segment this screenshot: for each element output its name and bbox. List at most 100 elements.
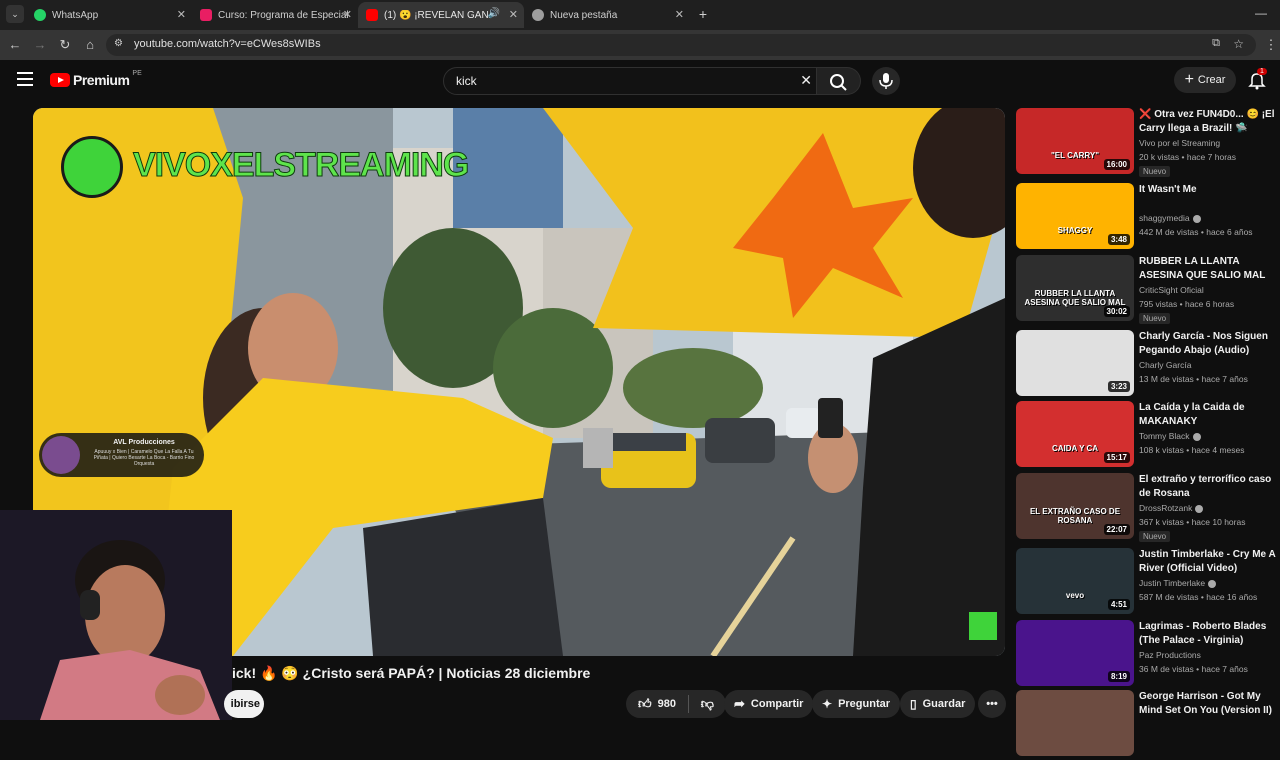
channel-name[interactable]: Tommy Black	[1139, 431, 1201, 441]
like-dislike-group: 👍︎ 980 👎︎	[626, 690, 726, 718]
video-thumbnail[interactable]: "EL CARRY" 16:00	[1016, 108, 1134, 174]
recommendation-title[interactable]: La Caída y la Caida de MAKANAKY	[1139, 401, 1280, 429]
recommendation-item[interactable]: CAIDA Y CA 15:17 La Caída y la Caida de MA…	[1016, 401, 1280, 471]
view-meta: 367 k vistas • hace 10 horas	[1139, 517, 1246, 527]
video-thumbnail[interactable]: SHAGGY 3:48	[1016, 183, 1134, 249]
thumbnail-text: RUBBER LA LLANTA ASESINA QUE SALIO MAL	[1024, 289, 1126, 307]
recommendation-title[interactable]: ❌ Otra vez FUN4D0... 😊 ¡El Carry llega a…	[1139, 108, 1280, 136]
verified-icon	[1195, 504, 1204, 513]
duration-badge: 4:51	[1107, 599, 1130, 610]
back-icon[interactable]: ←	[6, 36, 24, 54]
verified-icon	[1208, 579, 1217, 588]
channel-name[interactable]: Justin Timberlake	[1139, 578, 1217, 588]
address-bar[interactable]: ⚙ youtube.com/watch?v=eCWes8sWIBs ⧉ ☆	[106, 34, 1256, 56]
view-meta: 20 k vistas • hace 7 horas	[1139, 152, 1236, 162]
recommendation-item[interactable]: "EL CARRY" 16:00 ❌ Otra vez FUN4D0... 😊 ¡E…	[1016, 108, 1280, 178]
youtube-logo-icon	[50, 73, 70, 87]
recommendation-item[interactable]: 8:19 Lagrimas - Roberto Blades (The Palac…	[1016, 620, 1280, 690]
card-text: Apuuuy x Bien | Caramelo Que La Falla A …	[93, 449, 195, 467]
channel-name[interactable]: CriticSight Oficial	[1139, 285, 1204, 295]
duration-badge: 16:00	[1103, 159, 1130, 170]
video-thumbnail[interactable]: 3:23	[1016, 330, 1134, 396]
share-label: Compartir	[750, 698, 804, 710]
notifications-button[interactable]: 1	[1247, 68, 1267, 90]
recommendation-item[interactable]: EL EXTRAÑO CASO DE ROSANA 22:07 El extraño…	[1016, 473, 1280, 543]
tab-new[interactable]: Nueva pestaña ✕	[524, 2, 690, 28]
thumbs-down-icon[interactable]: 👎︎	[701, 696, 714, 712]
create-label: Crear	[1197, 74, 1226, 86]
recommendation-item[interactable]: 3:23 Charly García - Nos Siguen Pegando A…	[1016, 330, 1280, 400]
video-thumbnail[interactable]: CAIDA Y CA 15:17	[1016, 401, 1134, 467]
channel-label: shaggymedia	[1139, 213, 1190, 223]
channel-name[interactable]: Vivo por el Streaming	[1139, 138, 1220, 148]
home-icon[interactable]: ⌂	[81, 36, 99, 54]
ask-button[interactable]: ✦ Preguntar	[812, 690, 901, 718]
duration-badge: 3:48	[1107, 234, 1130, 245]
voice-search-button[interactable]	[872, 67, 900, 95]
install-icon[interactable]: ⧉	[1212, 37, 1220, 50]
tab-whatsapp[interactable]: WhatsApp ✕	[26, 2, 192, 28]
recommendation-title[interactable]: It Wasn't Me	[1139, 183, 1280, 197]
recommendation-title[interactable]: Lagrimas - Roberto Blades (The Palace - …	[1139, 620, 1280, 648]
reload-icon[interactable]: ↻	[56, 36, 74, 54]
video-thumbnail[interactable]: vevo 4:51	[1016, 548, 1134, 614]
recommendation-title[interactable]: El extraño y terrorífico caso de Rosana	[1139, 473, 1280, 501]
globe-icon	[532, 9, 544, 21]
video-thumbnail[interactable]: RUBBER LA LLANTA ASESINA QUE SALIO MAL 30…	[1016, 255, 1134, 321]
like-count[interactable]: 980	[658, 698, 676, 710]
subscribe-button[interactable]: ibirse	[224, 690, 264, 718]
video-thumbnail[interactable]: 8:19	[1016, 620, 1134, 686]
youtube-premium-logo[interactable]: Premium PE	[50, 70, 142, 88]
thumbnail-text: EL EXTRAÑO CASO DE ROSANA	[1029, 507, 1121, 525]
overlay-brand-text: VIVOXELSTREAMING	[132, 146, 469, 185]
close-icon[interactable]: ✕	[343, 8, 352, 21]
recommendation-item[interactable]: George Harrison - Got My Mind Set On You…	[1016, 690, 1280, 760]
divider	[687, 695, 689, 713]
video-thumbnail[interactable]	[1016, 690, 1134, 756]
logo-text: Premium	[73, 72, 130, 88]
recommendation-title[interactable]: RUBBER LA LLANTA ASESINA QUE SALIO MAL R…	[1139, 255, 1280, 283]
close-icon[interactable]: ✕	[177, 8, 186, 21]
tab-search-icon[interactable]: ⌄	[6, 5, 24, 23]
close-icon[interactable]: ✕	[509, 8, 518, 21]
channel-name[interactable]: Charly García	[1139, 360, 1191, 370]
thumbs-up-icon[interactable]: 👍︎	[638, 696, 652, 712]
recommendation-title[interactable]: Justin Timberlake - Cry Me A River (Offi…	[1139, 548, 1280, 576]
menu-icon[interactable]: ⋮	[1262, 36, 1280, 54]
search-input[interactable]: kick ✕	[443, 67, 817, 95]
whatsapp-icon	[34, 9, 46, 21]
minimize-icon[interactable]: —	[1252, 4, 1270, 22]
sparkle-icon: ✦	[822, 697, 833, 711]
view-meta: 13 M de vistas • hace 7 años	[1139, 374, 1248, 384]
channel-name[interactable]: DrossRotzank	[1139, 503, 1204, 513]
channel-name[interactable]: Paz Productions	[1139, 650, 1201, 660]
notification-count: 1	[1257, 68, 1267, 75]
recommendation-item[interactable]: vevo 4:51 Justin Timberlake - Cry Me A Riv…	[1016, 548, 1280, 618]
recommendation-item[interactable]: SHAGGY 3:48 It Wasn't Me shaggymedia 442 M d…	[1016, 183, 1280, 253]
share-button[interactable]: ➦ Compartir	[724, 690, 814, 718]
site-info-icon[interactable]: ⚙	[114, 38, 123, 49]
video-thumbnail[interactable]: EL EXTRAÑO CASO DE ROSANA 22:07	[1016, 473, 1134, 539]
browser-toolbar: ← → ↻ ⌂ ⚙ youtube.com/watch?v=eCWes8sWIB…	[0, 30, 1280, 60]
recommendation-item[interactable]: RUBBER LA LLANTA ASESINA QUE SALIO MAL 30…	[1016, 255, 1280, 325]
save-button[interactable]: ▯ Guardar	[900, 690, 976, 718]
channel-name[interactable]: shaggymedia	[1139, 213, 1201, 223]
more-actions-button[interactable]: •••	[978, 690, 1006, 718]
hamburger-menu-icon[interactable]	[17, 72, 33, 86]
view-meta: 36 M de vistas • hace 7 años	[1139, 664, 1248, 674]
clear-search-icon[interactable]: ✕	[800, 72, 812, 89]
bookmark-star-icon[interactable]: ☆	[1233, 37, 1244, 51]
recommendation-title[interactable]: George Harrison - Got My Mind Set On You…	[1139, 690, 1280, 718]
new-badge: Nuevo	[1139, 313, 1171, 324]
speaker-icon[interactable]: 🔊	[488, 8, 500, 19]
forward-icon[interactable]: →	[31, 36, 49, 54]
tab-youtube[interactable]: (1) 😮 ¡REVELAN GANANC 🔊 ✕	[358, 2, 524, 28]
recommendation-title[interactable]: Charly García - Nos Siguen Pegando Abajo…	[1139, 330, 1280, 358]
tab-curso[interactable]: Curso: Programa de Especializ ✕	[192, 2, 358, 28]
create-button[interactable]: + Crear	[1174, 67, 1236, 93]
view-meta: 587 M de vistas • hace 16 años	[1139, 592, 1258, 602]
close-icon[interactable]: ✕	[675, 8, 684, 21]
search-button[interactable]	[817, 67, 861, 95]
microphone-icon	[879, 73, 893, 89]
new-tab-icon[interactable]: +	[694, 5, 712, 23]
